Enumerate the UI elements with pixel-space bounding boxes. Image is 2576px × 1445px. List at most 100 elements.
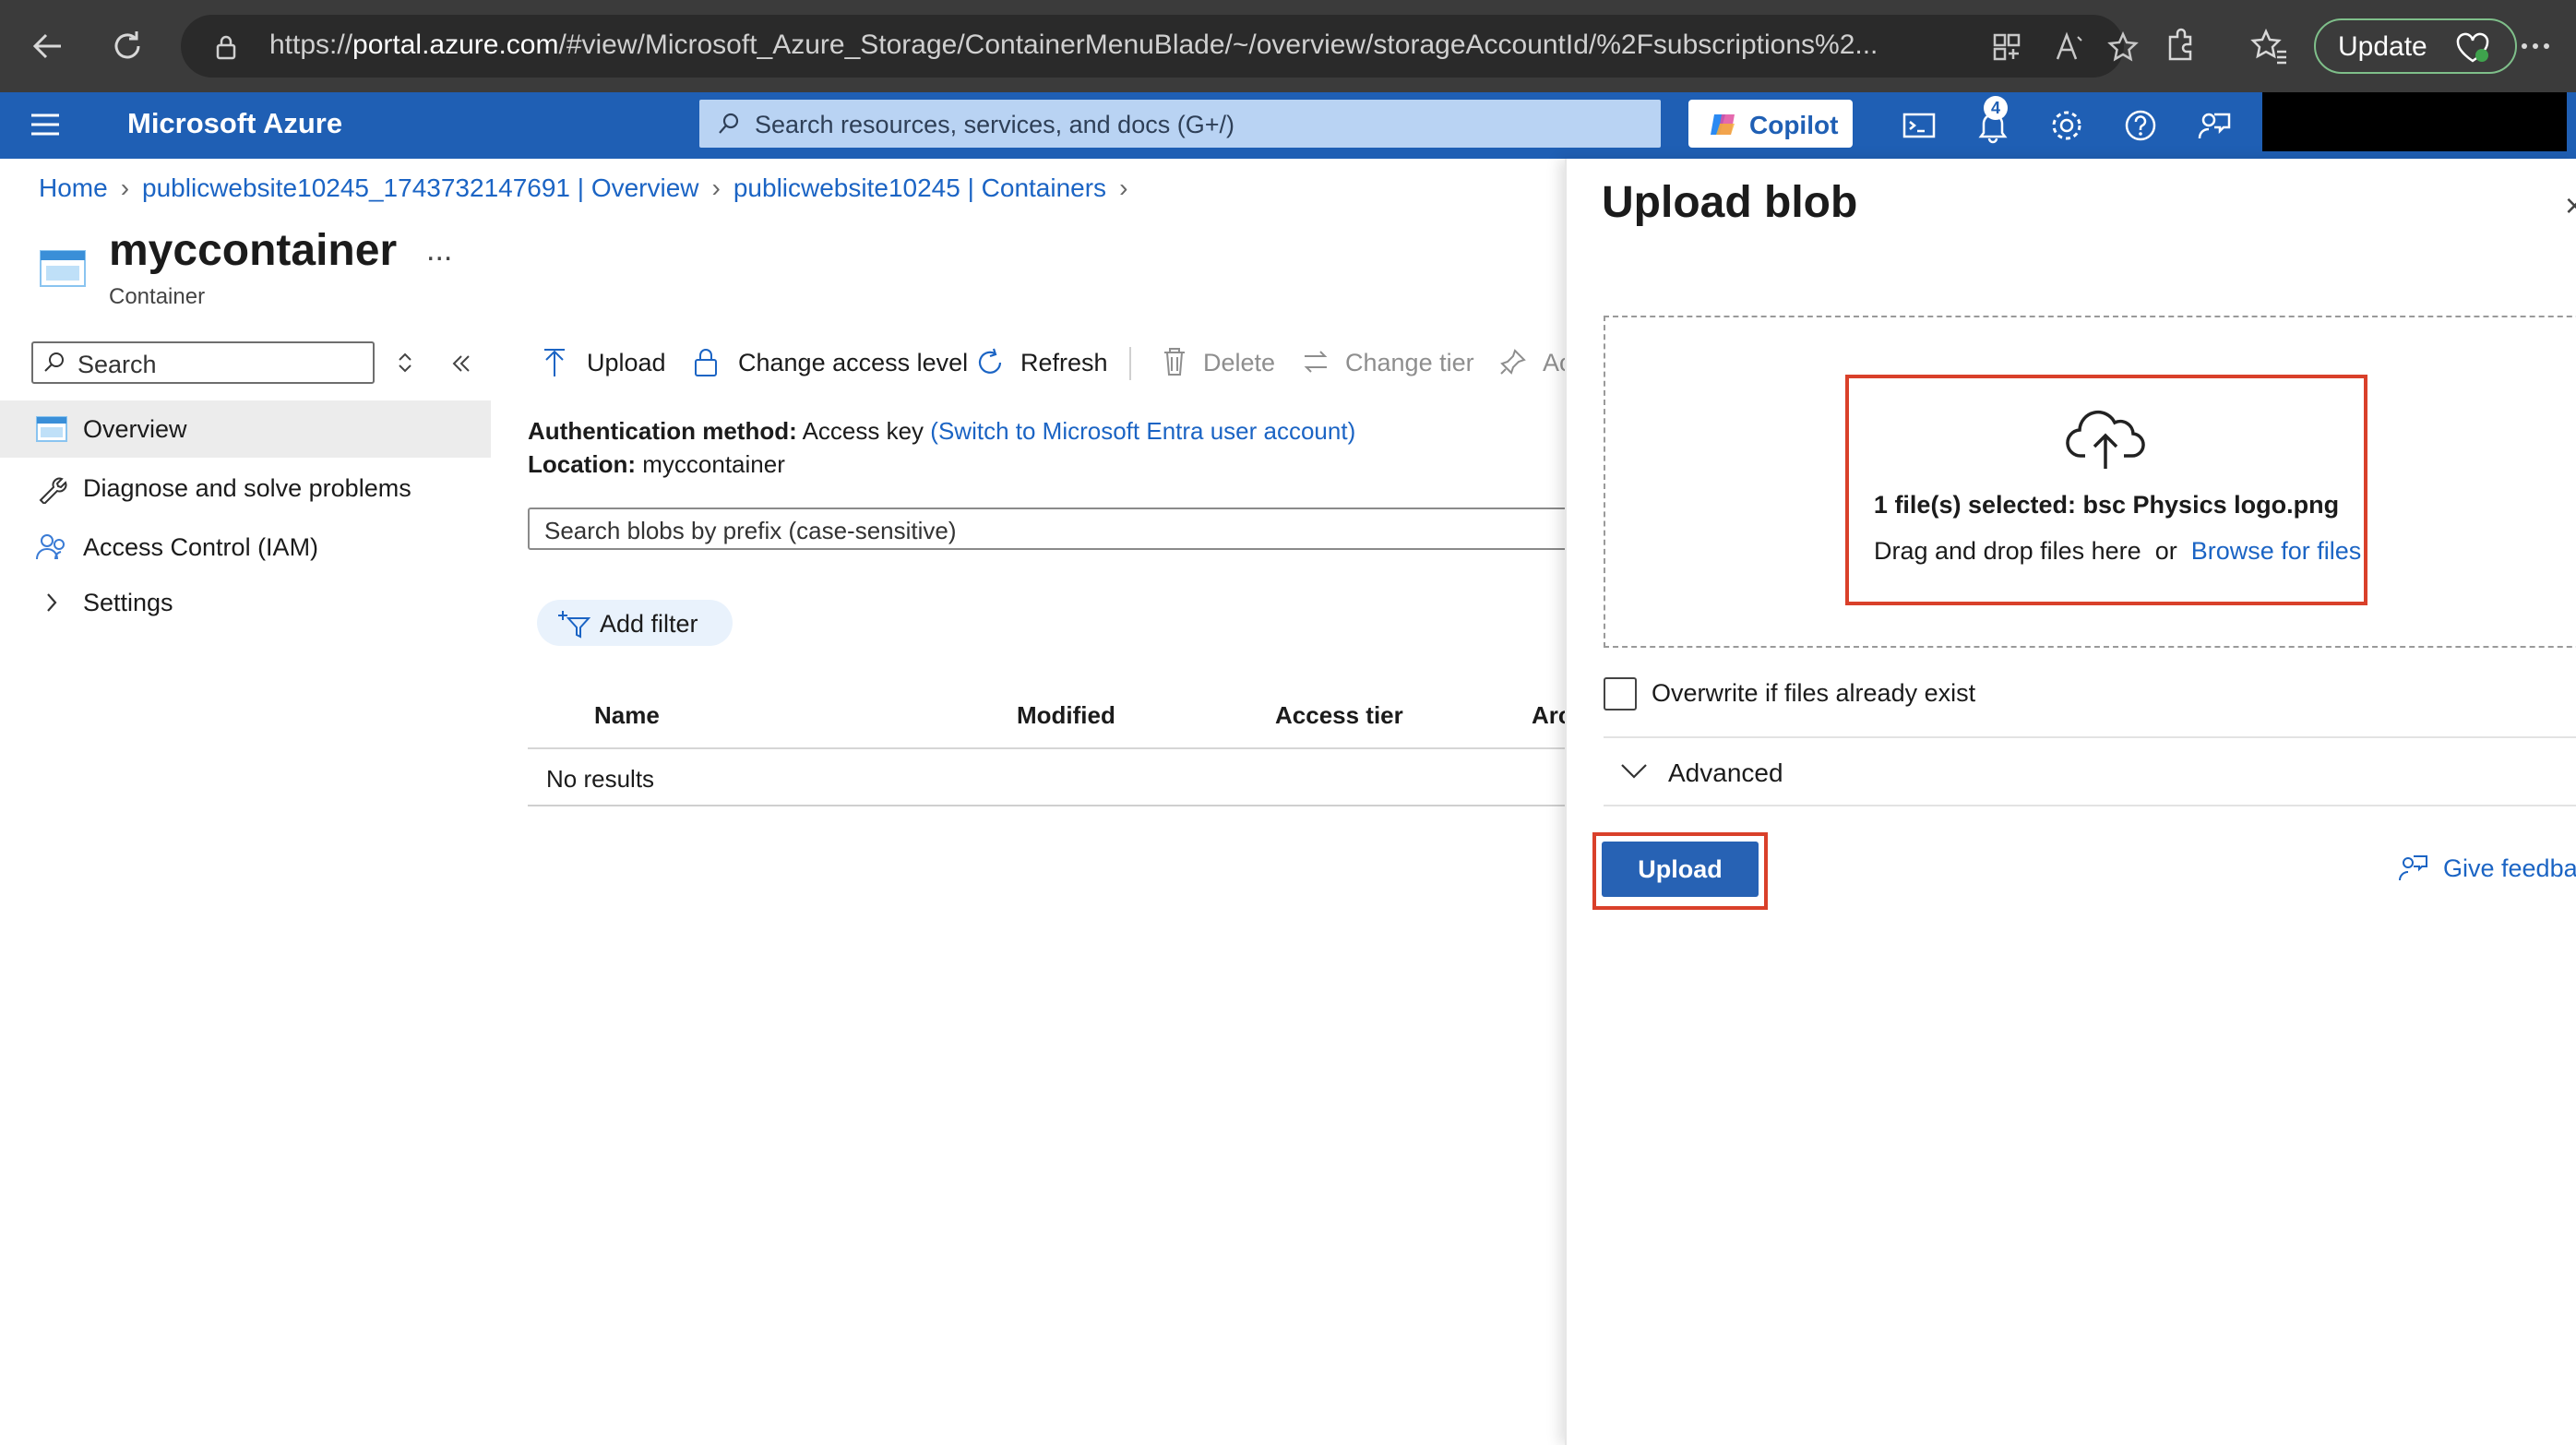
global-search-placeholder: Search resources, services, and docs (G+…: [755, 111, 1234, 138]
panel-divider: [1604, 805, 2576, 806]
change-access-level-button[interactable]: Change access level: [692, 343, 968, 384]
favorite-icon[interactable]: [2107, 31, 2139, 63]
acquire-lease-label: Ac: [1543, 349, 1565, 376]
url-host: portal.azure.com: [352, 30, 559, 60]
page-title: myccontainer: [109, 226, 398, 275]
container-icon: [35, 413, 68, 445]
url-text: https://portal.azure.com/#view/Microsoft…: [269, 30, 1878, 61]
advanced-section-toggle[interactable]: Advanced: [1668, 758, 1783, 788]
account-area[interactable]: [2262, 92, 2567, 151]
switch-to-entra-link[interactable]: (Switch to Microsoft Entra user account): [930, 417, 1355, 445]
drag-drop-row: Drag and drop files here or Browse for f…: [1874, 537, 2361, 566]
cloud-upload-icon: [2065, 402, 2148, 472]
read-aloud-icon[interactable]: [2054, 31, 2085, 63]
copilot-label: Copilot: [1749, 111, 1839, 139]
notification-badge: 4: [1984, 96, 2008, 120]
apps-icon[interactable]: [1991, 31, 2022, 63]
sidebar-search-placeholder: Search: [78, 351, 157, 378]
close-icon[interactable]: ×: [2565, 186, 2576, 225]
update-label: Update: [2338, 31, 2427, 62]
refresh-button[interactable]: Refresh: [974, 343, 1122, 384]
sidebar-item-label: Access Control (IAM): [83, 533, 319, 561]
upload-icon: [541, 347, 568, 378]
toolbar-divider: [1129, 347, 1131, 380]
feedback-icon[interactable]: [2397, 851, 2430, 884]
more-icon[interactable]: [2513, 24, 2558, 68]
breadcrumb: Home › publicwebsite10245_1743732147691 | …: [39, 173, 1140, 203]
sidebar-item-label: Diagnose and solve problems: [83, 474, 411, 502]
acquire-lease-button[interactable]: Ac: [1498, 343, 1565, 384]
blob-prefix-search-input[interactable]: Search blobs by prefix (case-sensitive): [528, 508, 1570, 550]
padlock-icon: [692, 345, 720, 378]
container-icon: [39, 249, 87, 288]
sidebar-item-iam[interactable]: Access Control (IAM): [0, 519, 491, 576]
chevron-down-icon[interactable]: [1618, 755, 1650, 786]
refresh-label: Refresh: [1020, 349, 1108, 376]
overwrite-checkbox[interactable]: [1604, 677, 1637, 711]
help-icon[interactable]: [2120, 105, 2161, 146]
panel-title: Upload blob: [1602, 178, 1858, 227]
gear-icon[interactable]: [2046, 105, 2087, 146]
auth-method-value: Access key: [802, 417, 924, 445]
more-actions-button[interactable]: ...: [426, 233, 452, 269]
delete-button[interactable]: Delete: [1161, 343, 1281, 384]
brand-name[interactable]: Microsoft Azure: [127, 107, 342, 140]
column-header-modified[interactable]: Modified: [1017, 701, 1115, 730]
upload-button[interactable]: Upload: [541, 343, 670, 384]
breadcrumb-home[interactable]: Home: [39, 173, 108, 202]
sidebar-item-diagnose[interactable]: Diagnose and solve problems: [0, 460, 491, 517]
people-icon: [35, 531, 68, 563]
hamburger-icon[interactable]: [30, 111, 61, 138]
sidebar-item-overview[interactable]: Overview: [0, 400, 491, 458]
location-value: myccontainer: [642, 450, 785, 478]
breadcrumb-containers[interactable]: publicwebsite10245 | Containers: [733, 173, 1106, 202]
upload-label: Upload: [587, 349, 666, 376]
reload-icon[interactable]: [105, 24, 149, 68]
add-filter-button[interactable]: Add filter: [537, 600, 733, 646]
sidebar-item-label: Settings: [83, 589, 173, 616]
auth-method-row: Authentication method: Access key (Switc…: [528, 417, 1355, 446]
sidebar-item-settings[interactable]: Settings: [0, 574, 491, 631]
chevron-right-icon: ›: [1119, 173, 1128, 202]
page-subtitle: Container: [109, 284, 206, 309]
extensions-icon[interactable]: [2157, 24, 2201, 68]
feedback-icon[interactable]: [2194, 105, 2235, 146]
copilot-icon: [1709, 111, 1738, 138]
collapse-sidebar-icon[interactable]: [448, 351, 474, 376]
change-tier-button[interactable]: Change tier: [1301, 343, 1476, 384]
browser-update-button[interactable]: Update: [2314, 18, 2517, 74]
sidebar-item-label: Overview: [83, 415, 187, 443]
url-path: /#view/Microsoft_Azure_Storage/Container…: [558, 30, 1878, 60]
copilot-button[interactable]: Copilot: [1688, 100, 1853, 148]
panel-divider: [1604, 736, 2576, 738]
filter-icon: [557, 609, 590, 639]
sidebar-search-input[interactable]: Search: [31, 341, 375, 384]
cloud-shell-icon[interactable]: [1899, 105, 1939, 146]
browse-files-link[interactable]: Browse for files: [2191, 537, 2362, 565]
lock-icon[interactable]: [212, 33, 240, 61]
upload-submit-label: Upload: [1638, 855, 1723, 883]
give-feedback-link[interactable]: Give feedbac: [2443, 854, 2576, 883]
overwrite-label: Overwrite if files already exist: [1652, 679, 1976, 707]
swap-icon: [1301, 347, 1330, 376]
sort-toggle-icon[interactable]: [393, 349, 417, 376]
column-header-name[interactable]: Name: [594, 701, 660, 730]
heart-update-icon: [2454, 31, 2491, 65]
pin-icon: [1498, 347, 1528, 376]
wrench-icon: [35, 472, 68, 504]
favorites-icon[interactable]: [2248, 24, 2292, 68]
chevron-right-icon: [35, 587, 68, 618]
back-icon[interactable]: [26, 24, 70, 68]
auth-method-label: Authentication method:: [528, 417, 797, 445]
column-header-access-tier[interactable]: Access tier: [1275, 701, 1403, 730]
blob-prefix-placeholder: Search blobs by prefix (case-sensitive): [544, 517, 957, 544]
global-search-input[interactable]: Search resources, services, and docs (G+…: [699, 100, 1661, 148]
browser-toolbar: https://portal.azure.com/#view/Microsoft…: [0, 0, 2576, 92]
upload-blob-panel: Upload blob × 1 file(s) selected: bsc Ph…: [1565, 159, 2576, 1445]
upload-submit-button[interactable]: Upload: [1602, 842, 1759, 897]
location-label: Location:: [528, 450, 636, 478]
address-bar[interactable]: https://portal.azure.com/#view/Microsoft…: [181, 15, 2139, 78]
drag-drop-text: Drag and drop files here: [1874, 537, 2141, 565]
breadcrumb-storage-overview[interactable]: publicwebsite10245_1743732147691 | Overv…: [142, 173, 699, 202]
column-header-archive[interactable]: Arc: [1532, 701, 1565, 730]
